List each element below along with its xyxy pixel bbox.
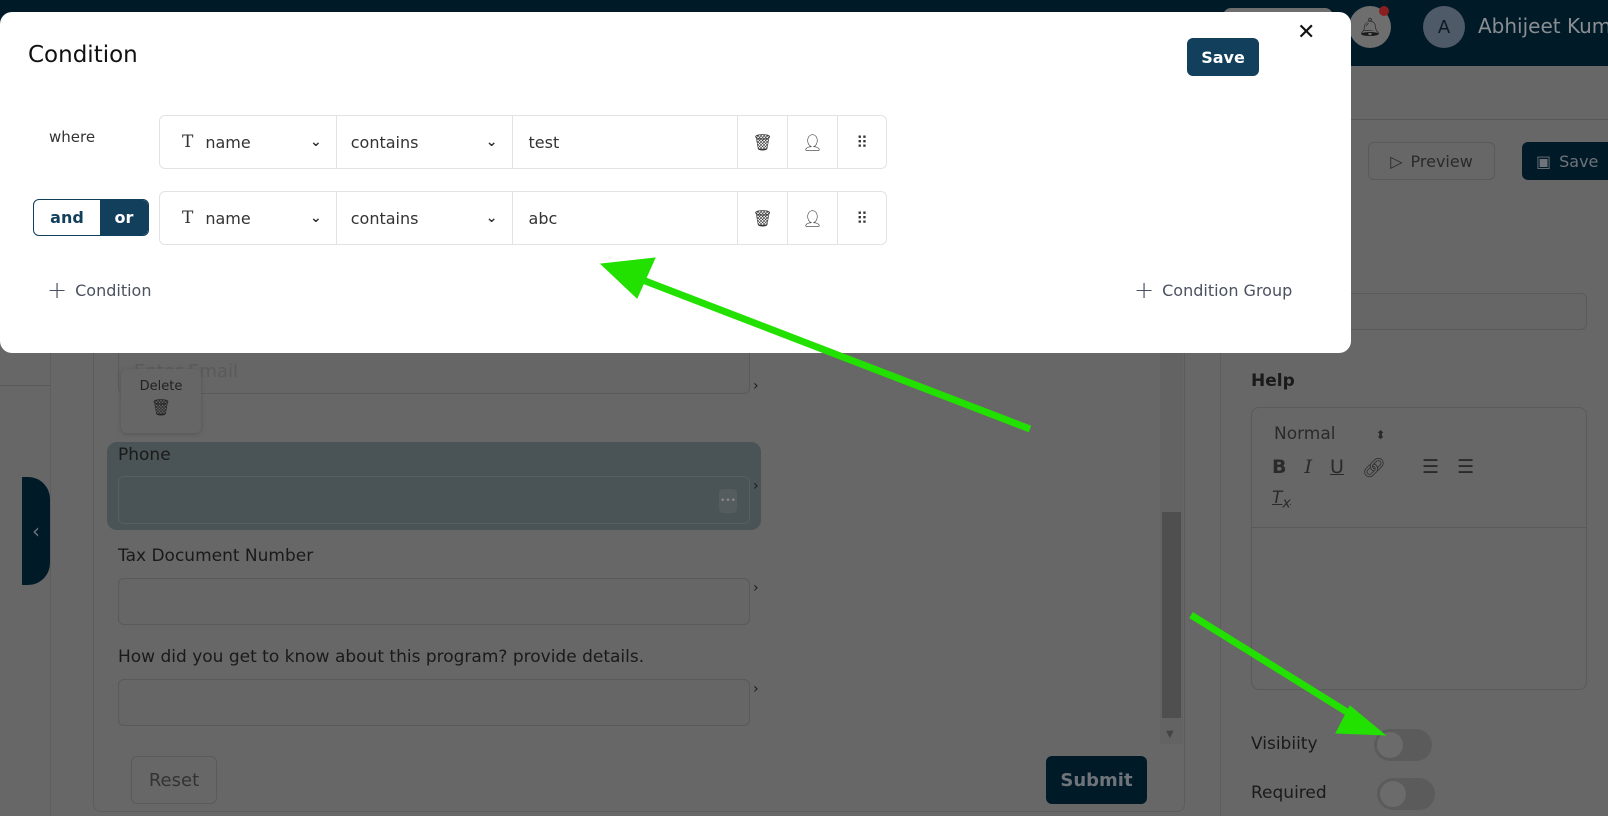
annotation-arrows <box>599 257 1387 736</box>
arrow-line <box>638 275 1032 433</box>
arrow-line <box>1189 612 1357 720</box>
